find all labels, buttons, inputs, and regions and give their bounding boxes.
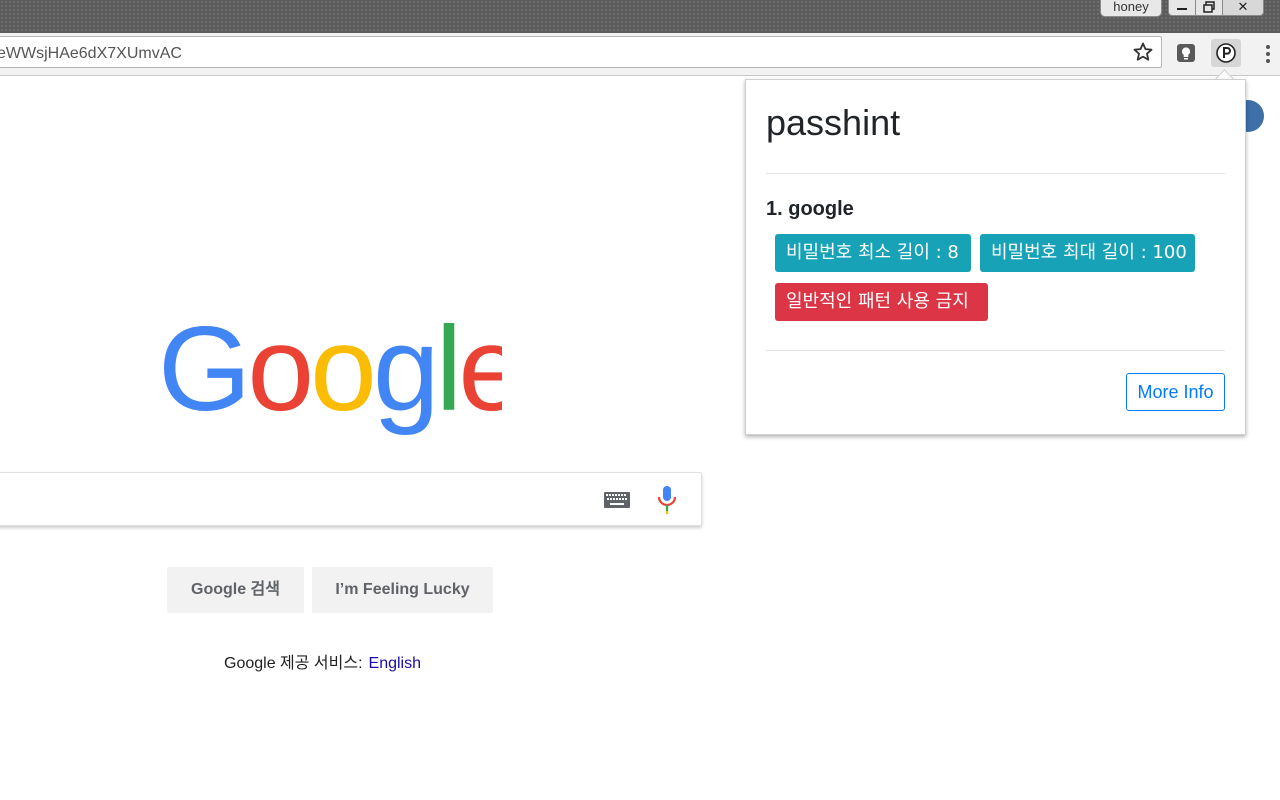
close-icon: ✕ [1237, 0, 1249, 14]
feeling-lucky-button[interactable]: I’m Feeling Lucky [312, 567, 493, 613]
keyboard-icon[interactable] [604, 492, 630, 508]
max-length-badge: 비밀번호 최대 길이 : 100 [980, 234, 1195, 272]
title-bar [0, 0, 1280, 36]
browser-toolbar: eWWsjHAe6dX7XUmvAC [0, 33, 1280, 76]
menu-icon[interactable] [1260, 41, 1276, 67]
lightbulb-extension-icon[interactable] [1174, 41, 1198, 65]
passhint-popup: passhint 1. google 비밀번호 최소 길이 : 8 비밀번호 최… [745, 79, 1246, 435]
close-button[interactable]: ✕ [1223, 0, 1264, 16]
minimize-button[interactable] [1168, 0, 1196, 16]
restore-icon [1203, 1, 1215, 13]
english-link[interactable]: English [369, 655, 421, 672]
passhint-extension-button[interactable] [1211, 39, 1241, 67]
divider [766, 173, 1225, 174]
min-length-badge: 비밀번호 최소 길이 : 8 [775, 234, 971, 272]
google-logo: Google [158, 318, 502, 436]
popup-title: passhint [766, 102, 901, 143]
address-bar[interactable]: eWWsjHAe6dX7XUmvAC [0, 36, 1162, 68]
minimize-icon [1177, 8, 1187, 10]
divider [766, 350, 1225, 351]
language-offer: Google 제공 서비스: English [224, 649, 421, 673]
url-text[interactable]: eWWsjHAe6dX7XUmvAC [0, 45, 182, 63]
search-input[interactable] [0, 472, 702, 526]
more-info-button[interactable]: More Info [1126, 373, 1225, 411]
google-search-button[interactable]: Google 검색 [167, 567, 304, 613]
microphone-icon[interactable] [655, 485, 679, 515]
window-controls: ✕ [1168, 0, 1264, 16]
restore-button[interactable] [1196, 0, 1223, 16]
svg-text:Google: Google [158, 318, 502, 436]
site-heading: 1. google [766, 198, 854, 220]
passhint-extension-icon [1216, 43, 1236, 63]
star-icon[interactable] [1131, 40, 1155, 64]
language-prefix: Google 제공 서비스: [224, 655, 363, 672]
common-pattern-badge: 일반적인 패턴 사용 금지 [775, 283, 988, 321]
profile-button[interactable]: honey [1100, 0, 1162, 17]
